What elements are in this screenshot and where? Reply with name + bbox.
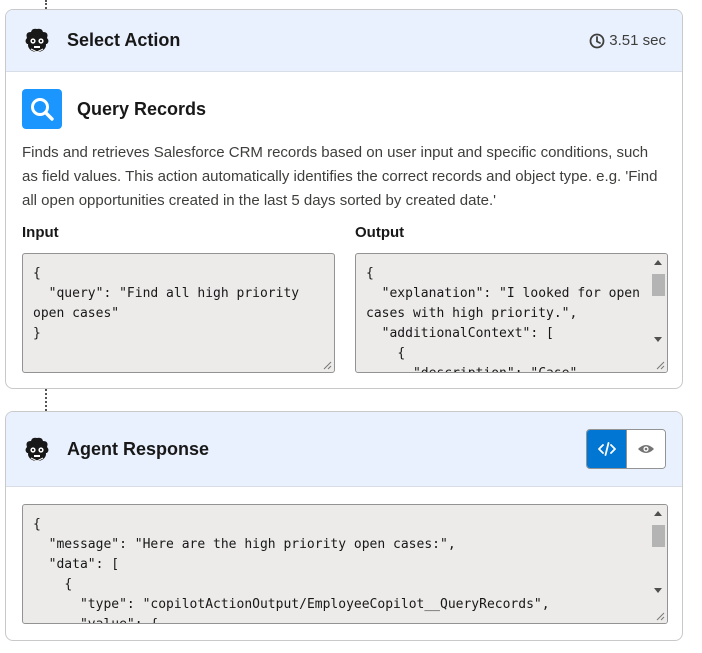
flow-connector-top — [45, 0, 47, 9]
scroll-thumb[interactable] — [652, 274, 665, 296]
query-records-tile — [22, 89, 62, 129]
output-label: Output — [355, 224, 405, 241]
resize-grip-icon[interactable] — [655, 360, 665, 370]
view-toggle — [586, 429, 666, 469]
agent-response-header: Agent Response — [6, 412, 682, 487]
duration-value: 3.51 sec — [609, 32, 666, 49]
search-icon — [31, 98, 54, 121]
select-action-card: Select Action 3.51 sec Query Records Fin… — [5, 9, 683, 389]
select-action-header: Select Action 3.51 sec — [6, 10, 682, 72]
scroll-up-icon[interactable] — [654, 260, 662, 265]
response-json-box[interactable]: { "message": "Here are the high priority… — [22, 504, 668, 624]
agent-response-card: Agent Response { "message": "Here are th… — [5, 411, 683, 641]
select-action-title: Select Action — [67, 30, 181, 50]
preview-view-button[interactable] — [626, 430, 665, 468]
input-json: { "query": "Find all high priority open … — [33, 266, 300, 341]
resize-grip-icon[interactable] — [655, 611, 665, 621]
duration-timer: 3.51 sec — [589, 32, 666, 49]
flow-connector-middle — [45, 389, 47, 411]
agent-response-title: Agent Response — [67, 438, 210, 459]
code-icon — [597, 442, 616, 456]
scroll-thumb[interactable] — [652, 525, 665, 547]
response-json: { "message": "Here are the high priority… — [33, 517, 550, 623]
agent-avatar-icon — [25, 437, 49, 462]
input-label: Input — [22, 224, 59, 241]
resize-grip-icon[interactable] — [322, 360, 332, 370]
output-json-box[interactable]: { "explanation": "I looked for open case… — [355, 253, 668, 373]
code-view-button[interactable] — [587, 430, 626, 468]
action-summary: Query Records — [22, 89, 206, 129]
scroll-up-icon[interactable] — [654, 511, 662, 516]
action-name: Query Records — [77, 98, 207, 119]
clock-icon — [589, 33, 605, 48]
scroll-down-icon[interactable] — [654, 337, 662, 342]
action-description: Finds and retrieves Salesforce CRM recor… — [22, 144, 658, 209]
output-scrollbar[interactable] — [650, 254, 667, 372]
input-json-box[interactable]: { "query": "Find all high priority open … — [22, 253, 335, 373]
output-json: { "explanation": "I looked for open case… — [366, 266, 640, 372]
agent-avatar-icon — [25, 28, 49, 53]
eye-icon — [638, 445, 654, 453]
response-scrollbar[interactable] — [650, 505, 667, 623]
scroll-down-icon[interactable] — [654, 588, 662, 593]
